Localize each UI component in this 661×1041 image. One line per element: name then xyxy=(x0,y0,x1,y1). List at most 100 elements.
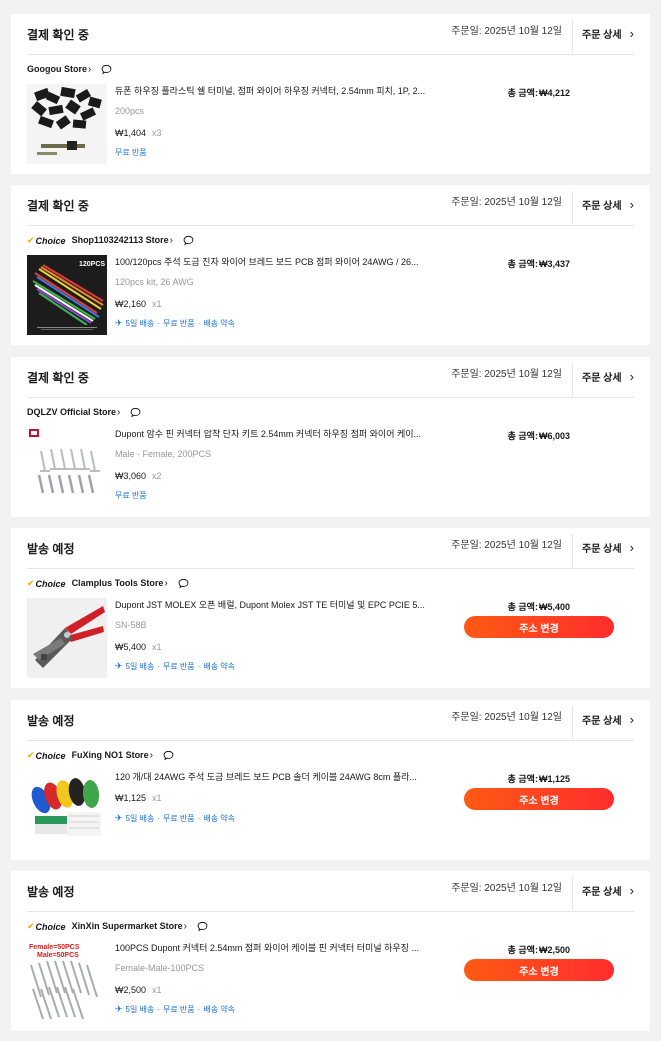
order-date: 주문일: 2025년 10월 12일 xyxy=(451,197,562,208)
service-tag: 무료 반품 xyxy=(115,491,147,500)
price-row: ₩5,400 x1 xyxy=(115,642,162,652)
store-link[interactable]: XinXin Supermarket Store› xyxy=(72,921,187,932)
order-status: 발송 예정 xyxy=(27,885,75,899)
quantity: x1 xyxy=(152,299,162,309)
order-total: 총 금액:₩1,125 xyxy=(508,772,570,785)
choice-label: Choice xyxy=(35,921,66,932)
change-address-button[interactable]: 주소 변경 xyxy=(464,616,614,638)
chat-icon[interactable] xyxy=(197,921,208,932)
unit-price: ₩2,500 xyxy=(115,985,147,995)
change-address-button[interactable]: 주소 변경 xyxy=(464,959,614,981)
product-thumbnail-svg xyxy=(27,770,107,850)
chat-icon[interactable] xyxy=(183,235,194,246)
service-tag: 배송 약속 xyxy=(203,814,235,823)
product-sku: Male - Female, 200PCS xyxy=(115,449,212,459)
order-status: 발송 예정 xyxy=(27,714,75,728)
quantity: x3 xyxy=(152,128,162,138)
divider xyxy=(27,54,634,55)
chevron-right-icon: › xyxy=(629,882,634,898)
unit-price: ₩1,125 xyxy=(115,793,147,803)
store-row: Googou Store› xyxy=(27,64,112,75)
order-card: 발송 예정 주문일: 2025년 10월 12일 주문 상세 › ✔ Choice… xyxy=(11,700,650,860)
product-thumbnail[interactable] xyxy=(27,84,107,164)
quantity: x1 xyxy=(152,793,162,803)
store-name: Shop1103242113 Store xyxy=(71,235,169,245)
total-label: 총 금액: xyxy=(507,259,538,269)
total-amount: ₩2,500 xyxy=(538,945,570,955)
product-thumbnail-svg: 120PCS xyxy=(27,255,107,335)
divider xyxy=(27,568,634,569)
product-sku: 120pcs kit, 26 AWG xyxy=(115,277,194,287)
total-amount: ₩3,437 xyxy=(538,259,570,269)
product-title[interactable]: 100/120pcs 주석 도금 진자 와이어 브레드 보드 PCB 점퍼 와이… xyxy=(115,255,435,268)
chevron-right-icon: › xyxy=(169,235,173,246)
order-date: 주문일: 2025년 10월 12일 xyxy=(451,26,562,37)
total-amount: ₩6,003 xyxy=(538,431,570,441)
product-thumbnail-svg xyxy=(27,427,107,507)
service-tags: ✈ 5일 배송 · 무료 반품 · 배송 약속 xyxy=(115,1004,235,1015)
product-title[interactable]: 100PCS Dupont 커넥터 2.54mm 점퍼 와이어 케이블 핀 커넥… xyxy=(115,941,435,954)
product-title[interactable]: 듀폰 하우징 플라스틱 쉘 터미널, 점퍼 와이어 하우징 커넥터, 2.54m… xyxy=(115,84,435,97)
store-name: XinXin Supermarket Store xyxy=(71,921,183,931)
divider xyxy=(572,534,573,567)
product-thumbnail[interactable]: 120PCS xyxy=(27,255,107,335)
total-label: 총 금액: xyxy=(507,774,538,784)
tag-separator: · xyxy=(197,662,201,671)
order-detail-link[interactable]: 주문 상세 › xyxy=(582,197,634,213)
choice-label: Choice xyxy=(35,235,66,246)
product-thumbnail[interactable] xyxy=(27,770,107,850)
store-link[interactable]: Shop1103242113 Store› xyxy=(72,235,173,246)
total-label: 총 금액: xyxy=(507,431,538,441)
chevron-right-icon: › xyxy=(117,407,121,418)
total-label: 총 금액: xyxy=(507,88,538,98)
chat-icon[interactable] xyxy=(101,64,112,75)
service-tag: 무료 반품 xyxy=(162,1005,195,1014)
choice-label: Choice xyxy=(35,750,66,761)
product-sku: 200pcs xyxy=(115,106,145,116)
store-link[interactable]: FuXing NO1 Store› xyxy=(72,750,153,761)
choice-label: Choice xyxy=(35,578,66,589)
product-thumbnail[interactable] xyxy=(27,427,107,507)
service-tag: 5일 배송 xyxy=(125,662,155,671)
product-title[interactable]: Dupont JST MOLEX 오픈 배럴, Dupont Molex JST… xyxy=(115,598,435,611)
order-detail-link[interactable]: 주문 상세 › xyxy=(582,26,634,42)
store-name: Googou Store xyxy=(27,64,87,74)
product-thumbnail[interactable] xyxy=(27,598,107,678)
product-sku: Female-Male-100PCS xyxy=(115,963,205,973)
total-amount: ₩5,400 xyxy=(538,602,570,612)
chevron-right-icon: › xyxy=(149,750,153,761)
divider xyxy=(572,363,573,396)
order-detail-link[interactable]: 주문 상세 › xyxy=(582,540,634,556)
price-row: ₩3,060 x2 xyxy=(115,471,162,481)
divider xyxy=(27,740,634,741)
store-link[interactable]: DQLZV Official Store› xyxy=(27,407,120,418)
chat-icon[interactable] xyxy=(178,578,189,589)
store-link[interactable]: Clamplus Tools Store› xyxy=(72,578,168,589)
chevron-right-icon: › xyxy=(164,578,168,589)
store-link[interactable]: Googou Store› xyxy=(27,64,91,75)
product-sku: SN-58B xyxy=(115,620,147,630)
chat-icon[interactable] xyxy=(130,407,141,418)
order-date: 주문일: 2025년 10월 12일 xyxy=(451,883,562,894)
product-thumbnail[interactable]: Female=50PCS Male=50PCS xyxy=(27,941,107,1021)
order-status: 결제 확인 중 xyxy=(27,199,89,213)
order-total: 총 금액:₩6,003 xyxy=(508,429,570,442)
order-detail-link[interactable]: 주문 상세 › xyxy=(582,369,634,385)
total-amount: ₩1,125 xyxy=(538,774,570,784)
order-detail-link[interactable]: 주문 상세 › xyxy=(582,712,634,728)
order-date: 주문일: 2025년 10월 12일 xyxy=(451,712,562,723)
plane-icon: ✈ xyxy=(115,813,123,823)
plane-icon: ✈ xyxy=(115,661,123,671)
chat-icon[interactable] xyxy=(163,750,174,761)
check-icon: ✔ xyxy=(27,578,35,588)
change-address-button[interactable]: 주소 변경 xyxy=(464,788,614,810)
order-card: 결제 확인 중 주문일: 2025년 10월 12일 주문 상세 › ✔ Choi… xyxy=(11,185,650,345)
service-tags: ✈ 5일 배송 · 무료 반품 · 배송 약속 xyxy=(115,813,235,824)
order-detail-link[interactable]: 주문 상세 › xyxy=(582,882,634,899)
product-title[interactable]: Dupont 암수 핀 커넥터 압착 단자 키트 2.54mm 커넥터 하우징 … xyxy=(115,427,435,440)
product-title[interactable]: 120 개/대 24AWG 주석 도금 브레드 보드 PCB 솔더 케이블 24… xyxy=(115,770,435,783)
price-row: ₩2,160 x1 xyxy=(115,299,162,309)
divider xyxy=(572,191,573,224)
store-name: Clamplus Tools Store xyxy=(71,578,164,588)
check-icon: ✔ xyxy=(27,750,35,760)
